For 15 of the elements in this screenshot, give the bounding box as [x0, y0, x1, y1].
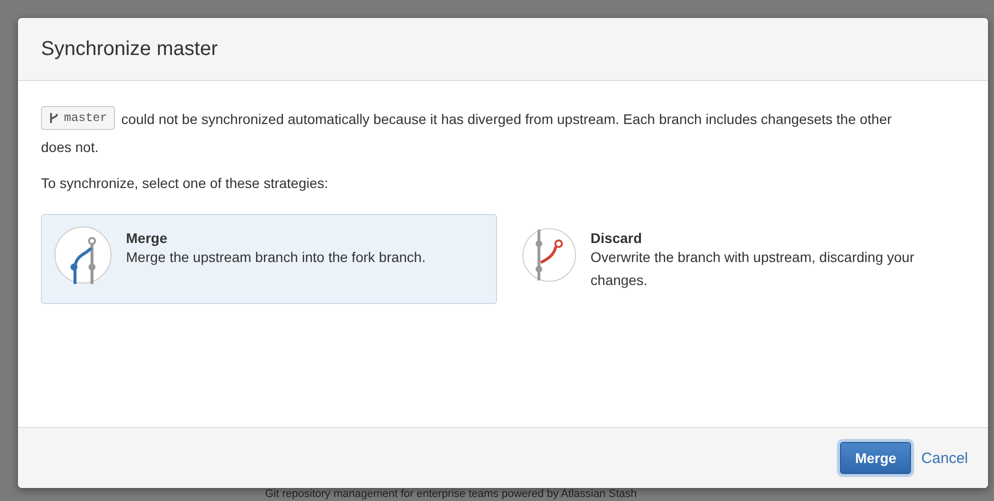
strategy-title: Discard: [590, 230, 643, 246]
cancel-link[interactable]: Cancel: [921, 450, 968, 466]
branch-icon: [49, 112, 59, 124]
strategy-description: Merge the upstream branch into the fork branch.: [126, 248, 426, 267]
strategy-title: Merge: [126, 230, 168, 246]
strategy-option[interactable]: Merge Merge the upstream branch into the fork branch.: [41, 214, 497, 304]
strategy-description: Overwrite the branch with upstream, discarding your changes.: [590, 248, 916, 290]
dialog-title: Synchronize master: [41, 38, 218, 60]
footer-text: Git repository management for enterprise teams powered by Atlassian Stash: [265, 488, 637, 501]
branch-label: master: [41, 106, 116, 130]
message-text: master could not be synchronized automatically because it has diverged from upstream. Each branch includes changesets the other does not.: [41, 105, 911, 161]
prompt-text: To synchronize, select one of these strategies:: [41, 175, 330, 191]
merge-icon: [54, 226, 112, 284]
discard-icon: [522, 226, 577, 284]
merge-button[interactable]: Merge: [840, 442, 912, 474]
